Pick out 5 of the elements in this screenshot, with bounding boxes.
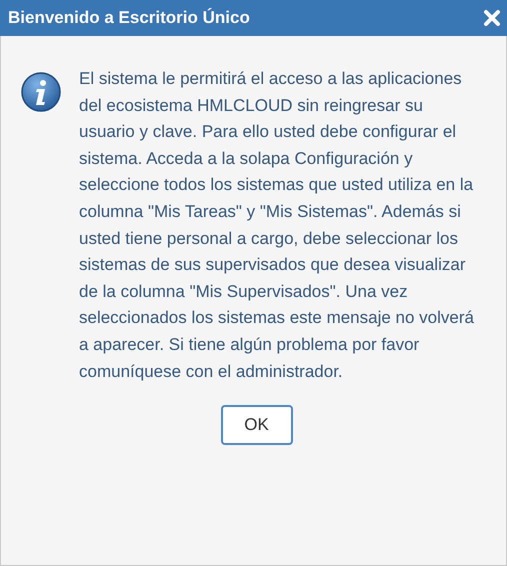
window-title: Bienvenido a Escritorio Único — [8, 8, 250, 28]
ok-button[interactable]: OK — [220, 405, 292, 446]
message-text: El sistema le permitirá el acceso a las aplicaciones del ecosistema HMLCLOUD sin reingresar su usuario y clave. Para ello usted debe configurar el sistema. Acceda a la solapa Configuración y seleccione todos los sistemas que usted utiliza en la columna "Mis Tareas" y "Mis Sistemas". Además si usted tiene personal a cargo, debe seleccionar los sistemas de sus supervisados que desea visualizar de la columna "Mis Supervisados". Una vez seleccionados los sistemas este mensaje no volverá a aparecer. Si tiene algún problema por favor comuníquese con el administrador. — [79, 68, 475, 383]
info-icon — [21, 72, 61, 112]
close-icon[interactable] — [483, 9, 501, 27]
